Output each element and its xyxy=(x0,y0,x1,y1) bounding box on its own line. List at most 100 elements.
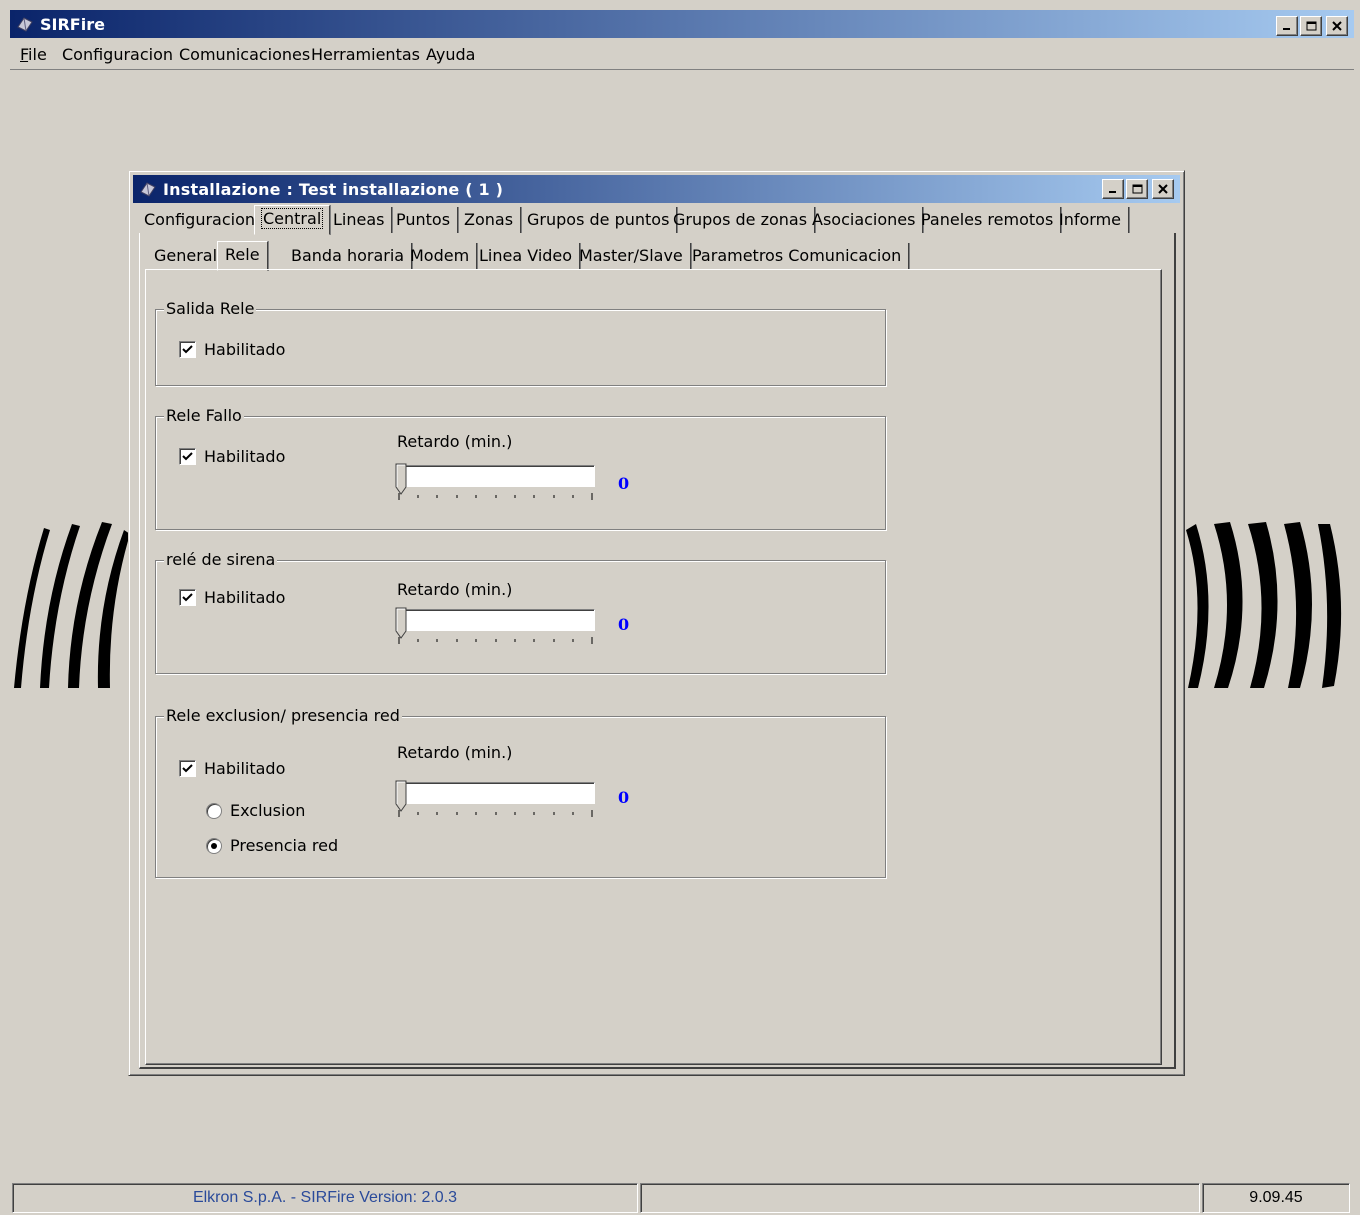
tab-grupos-de-puntos[interactable]: Grupos de puntos xyxy=(520,207,678,233)
child-minimize-button[interactable] xyxy=(1102,179,1124,199)
checkbox-label: Habilitado xyxy=(204,759,286,778)
group-salida-rele-title: Salida Rele xyxy=(164,299,257,319)
slider-thumb[interactable] xyxy=(395,780,407,812)
checkbox-label: Habilitado xyxy=(204,588,286,607)
radio-circle[interactable] xyxy=(206,802,222,819)
slider-track xyxy=(399,609,595,631)
installation-titlebar[interactable]: Installazione : Test installazione ( 1 ) xyxy=(133,175,1180,203)
rele-exclusion-habilitado-checkbox[interactable]: Habilitado xyxy=(179,759,285,778)
subtab-linea-video[interactable]: Linea Video xyxy=(472,243,581,269)
rele-sirena-habilitado-checkbox[interactable]: Habilitado xyxy=(179,588,285,607)
status-middle xyxy=(640,1183,1200,1213)
left-stripes-decoration xyxy=(14,522,130,688)
checkmark-icon xyxy=(182,344,193,353)
rele-exclusion-delay-slider[interactable] xyxy=(395,780,595,822)
child-caption-buttons xyxy=(1102,179,1174,199)
right-stripes-decoration xyxy=(1186,522,1342,688)
app-icon xyxy=(17,17,33,32)
checkbox-box[interactable] xyxy=(179,760,196,777)
app-title: SIRFire xyxy=(40,15,105,34)
menu-herramientas[interactable]: Herramientas xyxy=(311,45,420,64)
group-rele-fallo: Rele Fallo Habilitado Retardo (min.) 0 xyxy=(155,406,886,530)
close-icon xyxy=(1332,21,1342,31)
rele-fallo-delay-slider[interactable] xyxy=(395,463,595,505)
checkmark-icon xyxy=(182,592,193,601)
slider-ticks xyxy=(398,637,593,644)
checkmark-icon xyxy=(182,763,193,772)
minimize-button[interactable] xyxy=(1276,16,1298,36)
rele-sirena-delay-label: Retardo (min.) xyxy=(397,580,513,599)
rele-tab-page: Salida Rele Habilitado Rele Fallo Habili… xyxy=(145,269,1162,1065)
tab-configuracion[interactable]: Configuracion xyxy=(137,207,264,233)
sub-tabstrip: General Rele Banda horaria Modem Linea V… xyxy=(147,241,1147,271)
slider-track xyxy=(399,465,595,487)
rele-exclusion-delay-value: 0 xyxy=(618,788,630,807)
rele-exclusion-delay-label: Retardo (min.) xyxy=(397,743,513,762)
status-version: Elkron S.p.A. - SIRFire Version: 2.0.3 xyxy=(12,1183,638,1213)
subtab-parametros-comunicacion[interactable]: Parametros Comunicacion xyxy=(685,243,910,269)
rele-fallo-delay-value: 0 xyxy=(618,474,630,493)
checkbox-box[interactable] xyxy=(179,448,196,465)
slider-ticks xyxy=(398,493,593,500)
child-maximize-button[interactable] xyxy=(1126,179,1148,199)
slider-thumb[interactable] xyxy=(395,463,407,495)
radio-label: Presencia red xyxy=(230,836,339,855)
checkbox-label: Habilitado xyxy=(204,447,286,466)
menu-file-rest: ile xyxy=(28,45,47,64)
salida-rele-habilitado-checkbox[interactable]: Habilitado xyxy=(179,340,285,359)
installation-title: Installazione : Test installazione ( 1 ) xyxy=(163,180,504,199)
radio-presencia-red[interactable]: Presencia red xyxy=(206,836,338,855)
menu-comunicaciones[interactable]: Comunicaciones xyxy=(179,45,310,64)
main-titlebar[interactable]: SIRFire xyxy=(10,10,1354,38)
checkbox-label: Habilitado xyxy=(204,340,286,359)
menubar: File Configuracion Comunicaciones Herram… xyxy=(10,38,1354,70)
tab-puntos[interactable]: Puntos xyxy=(389,207,459,233)
group-rele-sirena: relé de sirena Habilitado Retardo (min.)… xyxy=(155,550,886,674)
menu-configuracion[interactable]: Configuracion xyxy=(62,45,173,64)
main-tabstrip: Configuracion Central Lineas Puntos Zona… xyxy=(137,205,1177,235)
subtab-master-slave[interactable]: Master/Slave xyxy=(572,243,691,269)
tab-informe[interactable]: Informe xyxy=(1052,207,1130,233)
radio-dot xyxy=(211,842,217,849)
main-caption-buttons xyxy=(1276,16,1348,36)
radio-label: Exclusion xyxy=(230,801,306,820)
tab-zonas[interactable]: Zonas xyxy=(457,207,522,233)
child-close-button[interactable] xyxy=(1152,179,1174,199)
minimize-icon xyxy=(1109,191,1116,193)
window-icon xyxy=(140,182,156,197)
slider-thumb[interactable] xyxy=(395,607,407,639)
subtab-rele-label: Rele xyxy=(225,245,260,264)
checkbox-box[interactable] xyxy=(179,589,196,606)
tab-grupos-de-zonas[interactable]: Grupos de zonas xyxy=(666,207,816,233)
checkmark-icon xyxy=(182,451,193,460)
close-button[interactable] xyxy=(1326,16,1348,36)
subtab-banda-horaria[interactable]: Banda horaria xyxy=(284,243,413,269)
rele-fallo-habilitado-checkbox[interactable]: Habilitado xyxy=(179,447,285,466)
menu-file[interactable]: File xyxy=(20,45,47,64)
installation-window: Installazione : Test installazione ( 1 )… xyxy=(128,170,1185,1076)
maximize-icon xyxy=(1306,21,1316,31)
tab-lineas[interactable]: Lineas xyxy=(326,207,393,233)
group-rele-fallo-title: Rele Fallo xyxy=(164,406,244,426)
tab-paneles-remotos[interactable]: Paneles remotos xyxy=(914,207,1062,233)
menu-ayuda[interactable]: Ayuda xyxy=(426,45,475,64)
subtab-rele[interactable]: Rele xyxy=(217,241,268,271)
checkbox-box[interactable] xyxy=(179,341,196,358)
slider-ticks xyxy=(398,810,593,817)
menu-file-mnemonic: F xyxy=(20,45,29,64)
rele-sirena-delay-slider[interactable] xyxy=(395,607,595,649)
tab-asociaciones[interactable]: Asociaciones xyxy=(805,207,924,233)
group-rele-exclusion-title: Rele exclusion/ presencia red xyxy=(164,706,402,726)
tab-central[interactable]: Central xyxy=(254,205,331,235)
maximize-button[interactable] xyxy=(1300,16,1322,36)
slider-track xyxy=(399,782,595,804)
rele-sirena-delay-value: 0 xyxy=(618,615,630,634)
subtab-modem[interactable]: Modem xyxy=(403,243,478,269)
radio-circle[interactable] xyxy=(206,837,222,854)
minimize-icon xyxy=(1283,28,1290,30)
subtab-general[interactable]: General xyxy=(147,243,226,269)
maximize-icon xyxy=(1132,184,1142,194)
radio-exclusion[interactable]: Exclusion xyxy=(206,801,305,820)
rele-fallo-delay-label: Retardo (min.) xyxy=(397,432,513,451)
statusbar: Elkron S.p.A. - SIRFire Version: 2.0.3 9… xyxy=(10,1183,1354,1213)
